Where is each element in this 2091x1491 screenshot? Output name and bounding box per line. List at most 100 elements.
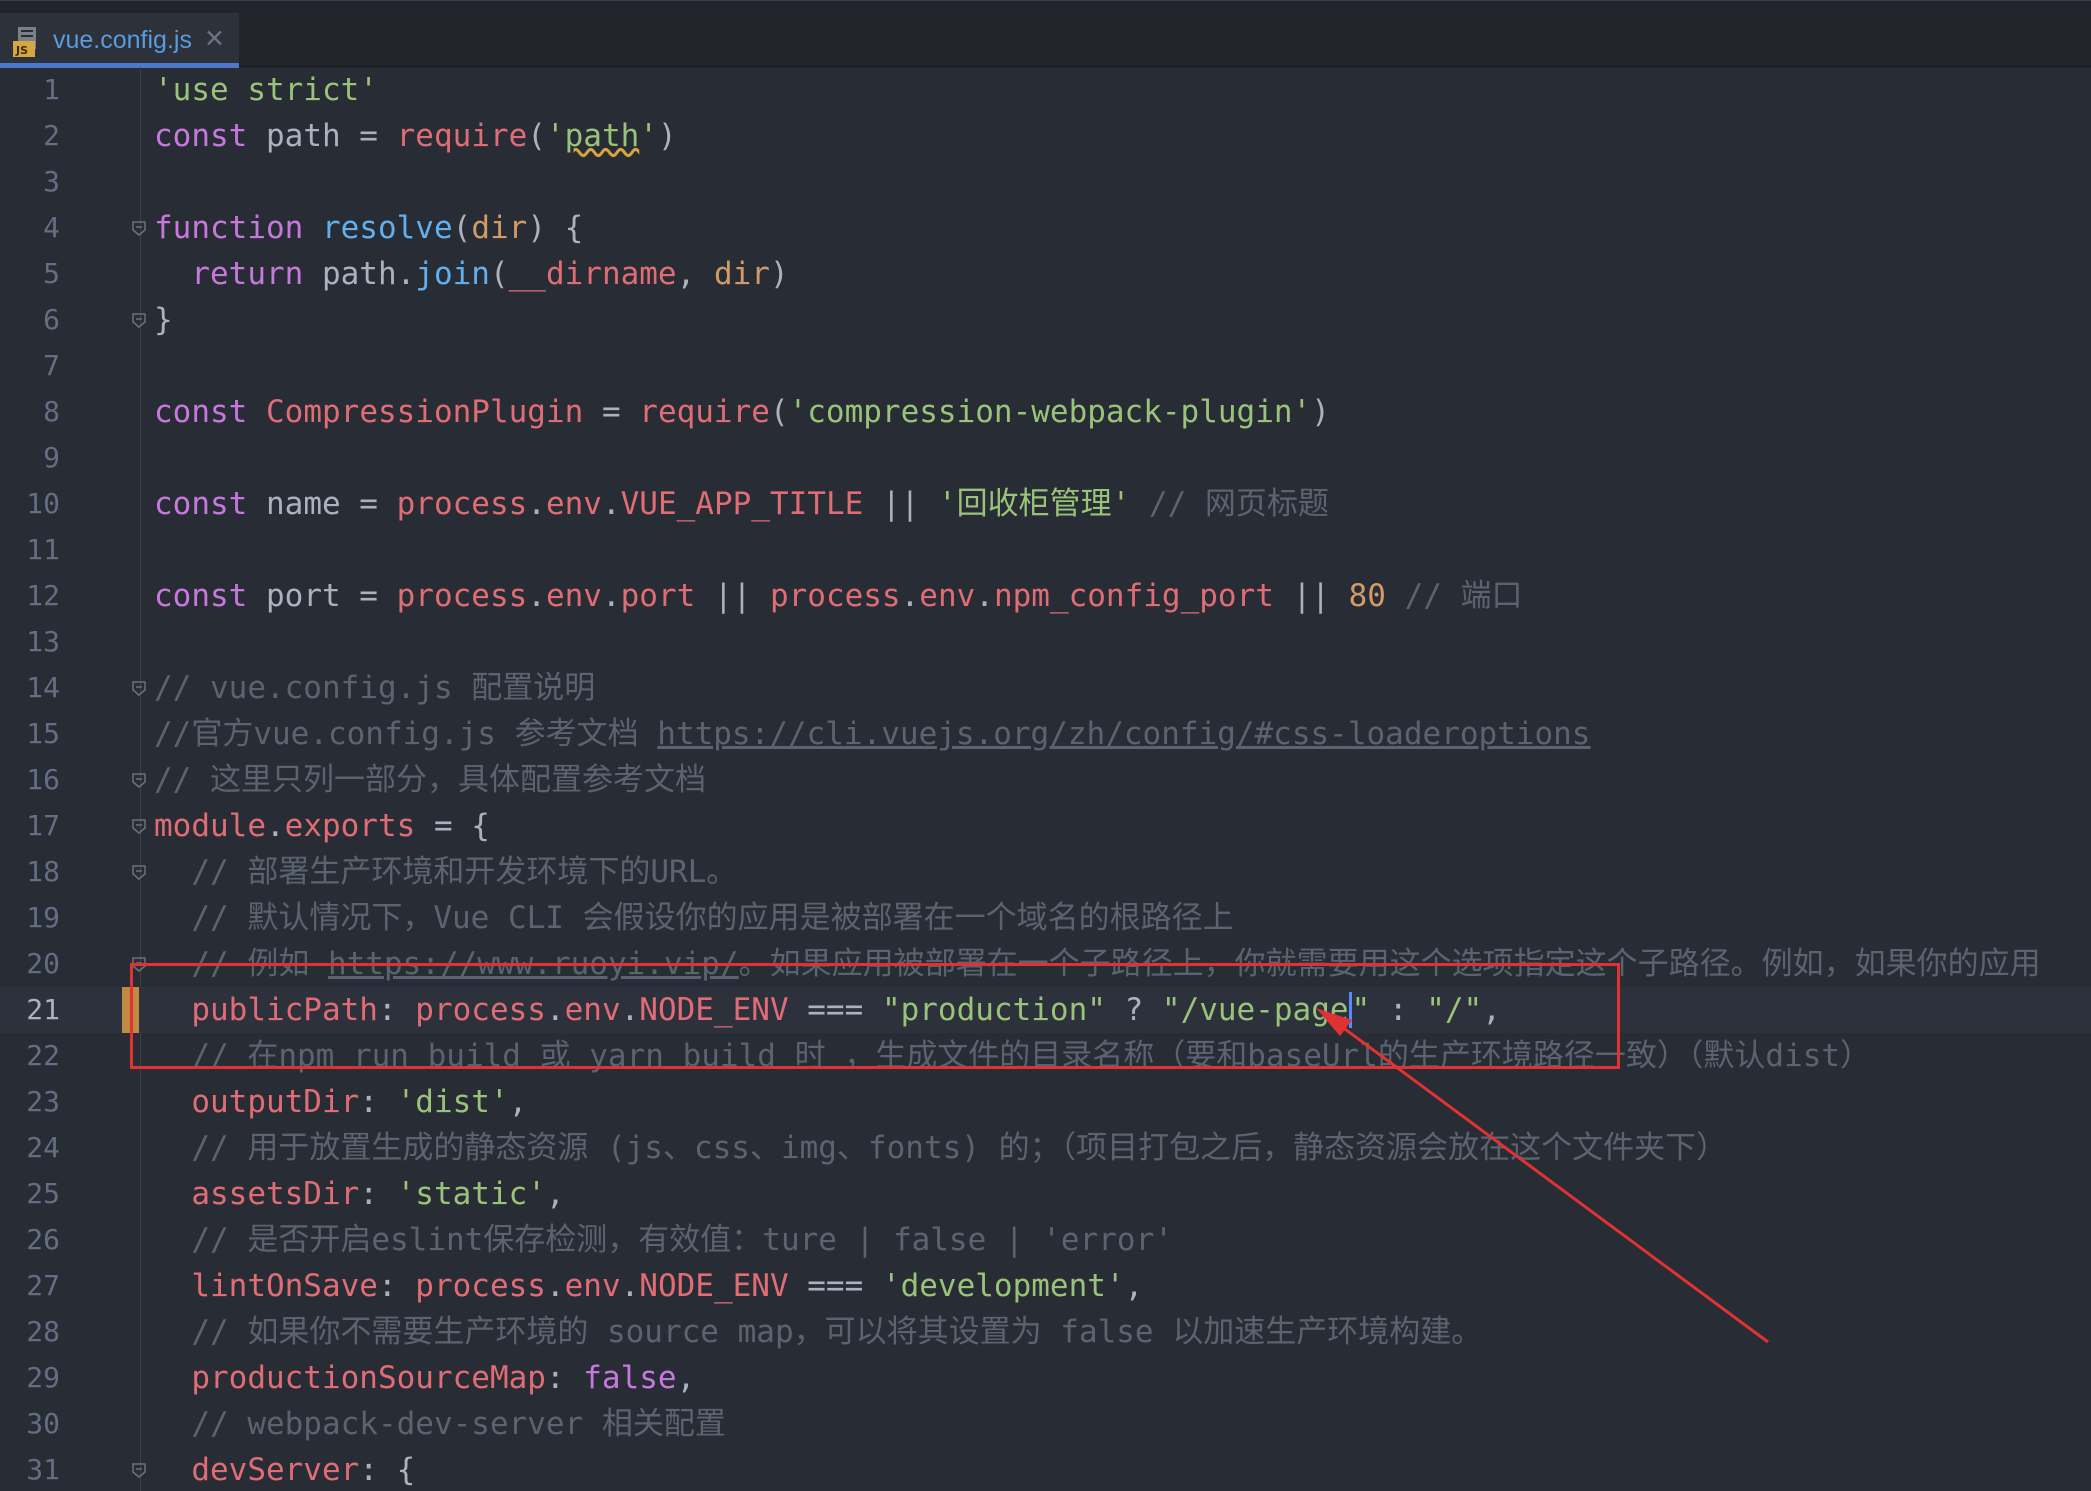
tab-vue-config-js[interactable]: JS vue.config.js ✕ xyxy=(0,13,239,68)
fold-marker-icon[interactable] xyxy=(131,312,147,328)
line-number: 8 xyxy=(43,395,60,428)
code-token: ( xyxy=(769,394,789,430)
code-token: // 端口 xyxy=(1385,578,1523,614)
code-token: ( xyxy=(527,118,546,154)
code-token: , xyxy=(508,1084,528,1120)
code-text: const path = require('path') xyxy=(154,113,677,159)
code-token: || xyxy=(863,486,938,522)
code-line[interactable]: 30 // webpack-dev-server 相关配置 xyxy=(0,1401,2091,1447)
code-token: ) xyxy=(769,256,789,292)
code-token: . xyxy=(545,1268,565,1304)
code-line[interactable]: 28 // 如果你不需要生产环境的 source map，可以将其设置为 fal… xyxy=(0,1309,2091,1355)
code-text: outputDir: 'dist', xyxy=(154,1079,527,1125)
code-line[interactable]: 7 xyxy=(0,343,2091,389)
line-number: 16 xyxy=(26,763,60,796)
code-token: assetsDir xyxy=(191,1176,360,1212)
code-line[interactable]: 24 // 用于放置生成的静态资源 (js、css、img、fonts) 的；（… xyxy=(0,1125,2091,1171)
code-token: const xyxy=(154,118,248,154)
code-token: require xyxy=(639,394,770,430)
code-token: process xyxy=(415,1268,546,1304)
code-text: // 部署生产环境和开发环境下的URL。 xyxy=(154,849,737,895)
code-token: ( xyxy=(489,256,509,292)
line-number: 7 xyxy=(43,349,60,382)
code-line[interactable]: 5 return path.join(__dirname, dir) xyxy=(0,251,2091,297)
code-token: 'static' xyxy=(396,1176,546,1212)
code-token: 'compression-webpack-plugin' xyxy=(788,394,1312,430)
fold-marker-icon[interactable] xyxy=(131,818,147,834)
code-token: ' xyxy=(639,118,658,154)
line-number: 12 xyxy=(26,579,60,612)
line-number: 24 xyxy=(26,1131,60,1164)
code-token: ) { xyxy=(527,210,584,246)
line-number: 17 xyxy=(26,809,60,842)
code-line[interactable]: 3 xyxy=(0,159,2091,205)
code-line[interactable]: 29 productionSourceMap: false, xyxy=(0,1355,2091,1401)
code-token: || xyxy=(695,578,770,614)
code-token: : xyxy=(545,1360,584,1396)
line-number: 9 xyxy=(43,441,60,474)
code-text: function resolve(dir) { xyxy=(154,205,583,251)
code-line[interactable]: 23 outputDir: 'dist', xyxy=(0,1079,2091,1125)
fold-marker-icon[interactable] xyxy=(131,680,147,696)
code-line[interactable]: 8 const CompressionPlugin = require('comp… xyxy=(0,389,2091,435)
fold-marker-icon[interactable] xyxy=(131,220,147,236)
code-line[interactable]: 26 // 是否开启eslint保存检测，有效值：ture | false | … xyxy=(0,1217,2091,1263)
code-token: : { xyxy=(359,1452,416,1488)
close-icon[interactable]: ✕ xyxy=(204,24,225,53)
code-token: === xyxy=(788,1268,882,1304)
code-token: function xyxy=(154,210,304,246)
code-token: 80 xyxy=(1348,578,1386,614)
code-text: // 这里只列一部分，具体配置参考文档 xyxy=(154,757,706,803)
code-line[interactable]: 18 // 部署生产环境和开发环境下的URL。 xyxy=(0,849,2091,895)
code-line[interactable]: 12 const port = process.env.port || proce… xyxy=(0,573,2091,619)
code-text: module.exports = { xyxy=(154,803,490,849)
code-token: devServer xyxy=(191,1452,360,1488)
code-token: port = xyxy=(247,578,397,614)
code-line[interactable]: 1 'use strict' xyxy=(0,67,2091,113)
code-text: // webpack-dev-server 相关配置 xyxy=(154,1401,726,1447)
line-number: 5 xyxy=(43,257,60,290)
code-token: } xyxy=(154,302,173,338)
code-text: const CompressionPlugin = require('compr… xyxy=(154,389,1330,435)
fold-marker-icon[interactable] xyxy=(131,864,147,880)
code-token: path. xyxy=(303,256,416,292)
fold-marker-icon[interactable] xyxy=(131,1462,147,1478)
line-number: 2 xyxy=(43,119,60,152)
javascript-file-icon: JS xyxy=(13,27,36,57)
code-token: process xyxy=(396,486,528,522)
code-token: . xyxy=(620,1268,640,1304)
code-line[interactable]: 14 // vue.config.js 配置说明 xyxy=(0,665,2091,711)
code-token: process xyxy=(396,578,528,614)
code-token: . xyxy=(601,486,621,522)
code-line[interactable]: 4 function resolve(dir) { xyxy=(0,205,2091,251)
code-text: const port = process.env.port || process… xyxy=(154,573,1523,619)
code-line[interactable]: 17 module.exports = { xyxy=(0,803,2091,849)
code-line[interactable]: 27 lintOnSave: process.env.NODE_ENV === … xyxy=(0,1263,2091,1309)
code-line[interactable]: 16 // 这里只列一部分，具体配置参考文档 xyxy=(0,757,2091,803)
code-line[interactable]: 2 const path = require('path') xyxy=(0,113,2091,159)
code-line[interactable]: 9 xyxy=(0,435,2091,481)
code-line[interactable]: 6} xyxy=(0,297,2091,343)
code-line[interactable]: 15 //官方vue.config.js 参考文档 https://cli.vue… xyxy=(0,711,2091,757)
code-token: const xyxy=(154,486,248,522)
code-line[interactable]: 11 xyxy=(0,527,2091,573)
code-token: productionSourceMap xyxy=(191,1360,546,1396)
code-line[interactable]: 19 // 默认情况下，Vue CLI 会假设你的应用是被部署在一个域名的根路径… xyxy=(0,895,2091,941)
code-token: outputDir xyxy=(191,1084,360,1120)
fold-marker-icon[interactable] xyxy=(131,772,147,788)
code-area[interactable]: 1'use strict' 2 const path = require('path… xyxy=(0,67,2091,1491)
code-token: ( xyxy=(452,210,472,246)
code-token: = xyxy=(583,394,640,430)
code-line[interactable]: 25 assetsDir: 'static', xyxy=(0,1171,2091,1217)
code-token: exports xyxy=(284,808,416,844)
code-line[interactable]: 31 devServer: { xyxy=(0,1447,2091,1491)
code-line[interactable]: 13 xyxy=(0,619,2091,665)
line-number: 22 xyxy=(26,1039,60,1072)
code-token: dir xyxy=(471,210,528,246)
code-token: npm_config_port xyxy=(993,578,1274,614)
code-line[interactable]: 10 const name = process.env.VUE_APP_TITLE… xyxy=(0,481,2091,527)
line-number: 30 xyxy=(26,1407,60,1440)
code-text: lintOnSave: process.env.NODE_ENV === 'de… xyxy=(154,1263,1143,1309)
